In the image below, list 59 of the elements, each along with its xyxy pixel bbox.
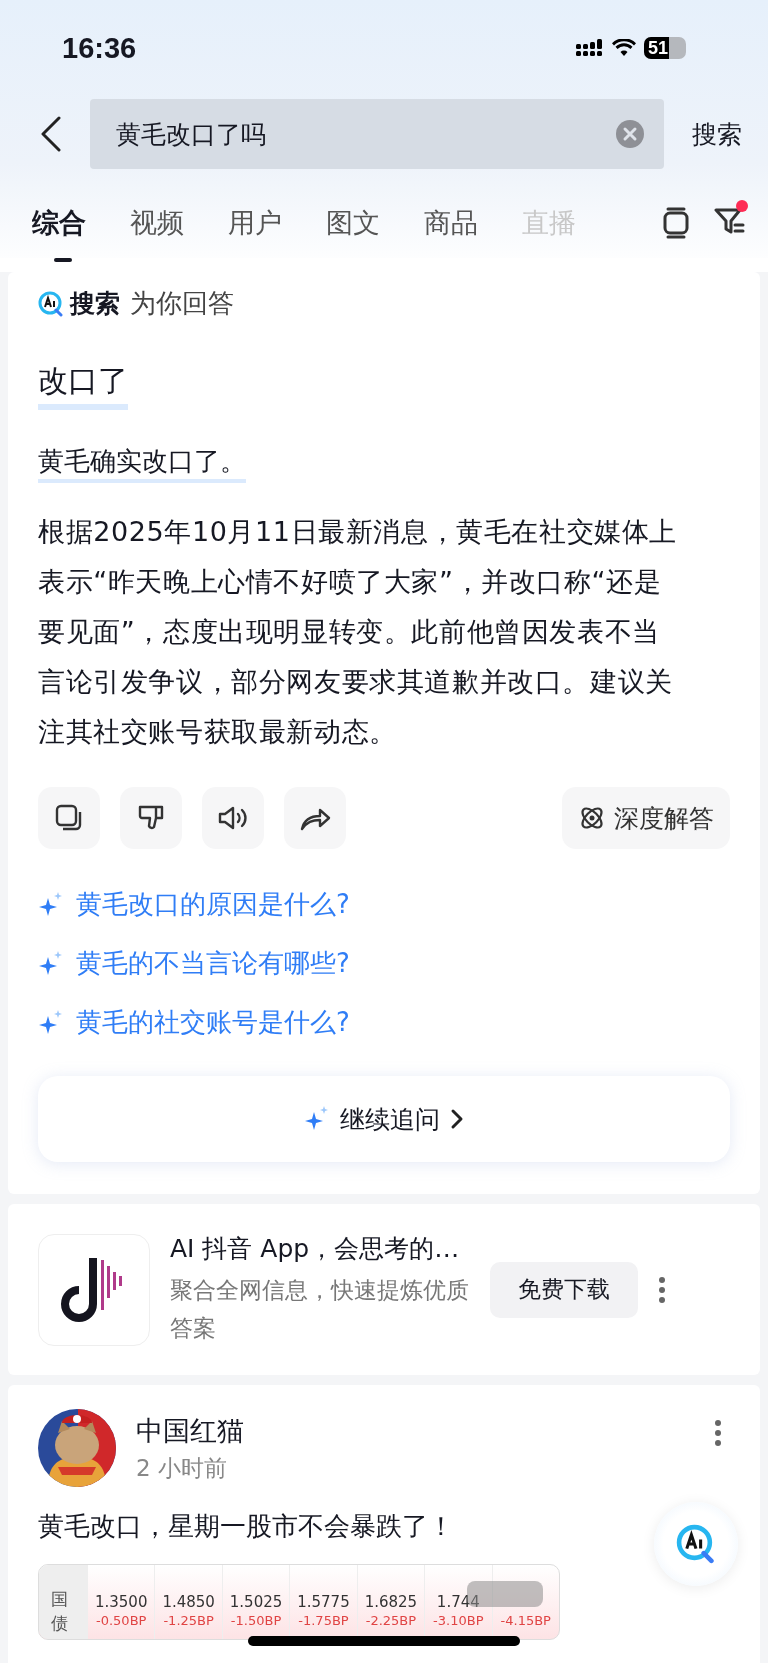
tab[interactable]: 综合 xyxy=(32,205,86,241)
back-icon[interactable] xyxy=(40,116,62,152)
yield-value: 1.3500 xyxy=(94,1593,148,1613)
yield-value: 1.5775 xyxy=(297,1593,350,1613)
ai-logo-icon xyxy=(38,290,64,317)
download-button[interactable]: 免费下载 xyxy=(490,1261,638,1318)
yield-change: -1.75BP xyxy=(297,1613,350,1628)
tab-indicator xyxy=(54,258,72,262)
yield-value: 1.4850 xyxy=(162,1593,215,1613)
yield-change: -2.25BP xyxy=(364,1613,418,1628)
filter-icon[interactable] xyxy=(714,206,746,236)
suggested-question[interactable]: 黄毛的不当言论有哪些? xyxy=(38,946,730,981)
tab[interactable]: 视频 xyxy=(130,205,184,241)
more-icon[interactable] xyxy=(714,1419,722,1447)
author-name[interactable]: 中国红猫 xyxy=(136,1412,694,1449)
copy-icon xyxy=(55,804,83,832)
search-button[interactable]: 搜索 xyxy=(692,117,742,151)
yield-value: 1.744 xyxy=(436,1593,480,1613)
ai-subtitle: 为你回答 xyxy=(130,287,234,320)
signal-icon xyxy=(576,39,604,57)
layout-icon[interactable] xyxy=(662,207,690,239)
yield-change: -1.25BP xyxy=(162,1613,215,1628)
chevron-right-icon xyxy=(450,1108,464,1130)
battery-icon: 51 xyxy=(644,37,686,59)
tab[interactable]: 商品 xyxy=(424,205,478,241)
suggested-question[interactable]: 黄毛改口的原因是什么? xyxy=(38,887,730,922)
app-icon xyxy=(38,1233,150,1346)
yield-change: -4.15BP xyxy=(499,1613,552,1628)
yield-change: -1.50BP xyxy=(229,1613,283,1628)
answer-heading: 改口了 xyxy=(38,361,128,410)
yield-value: 1.6825 xyxy=(364,1593,418,1613)
suggested-question[interactable]: 黄毛的社交账号是什么? xyxy=(38,1005,730,1040)
ai-brand: 搜索 xyxy=(70,288,120,320)
row-label: 国债 xyxy=(39,1565,87,1639)
continue-asking-button[interactable]: 继续追问 xyxy=(38,1076,730,1162)
thumbs-down-icon xyxy=(137,804,165,832)
share-button[interactable] xyxy=(284,787,346,849)
ad-title: AI 抖音 App，会思考的… xyxy=(170,1233,461,1265)
atom-icon xyxy=(578,804,606,832)
wifi-icon xyxy=(612,39,636,57)
tab[interactable]: 图文 xyxy=(326,205,380,241)
read-aloud-button[interactable] xyxy=(202,787,264,849)
dislike-button[interactable] xyxy=(120,787,182,849)
speaker-icon xyxy=(217,804,249,832)
status-time: 16:36 xyxy=(62,31,137,65)
deep-answer-button[interactable]: 深度解答 xyxy=(562,787,730,849)
tab[interactable]: 用户 xyxy=(228,205,282,241)
yield-change: -3.10BP xyxy=(432,1613,485,1628)
yield-change: -0.50BP xyxy=(95,1613,148,1628)
ad-description: 聚合全网信息，快速提炼优质答案 xyxy=(170,1276,470,1343)
yield-value: 1.5025 xyxy=(229,1593,283,1613)
post-text: 黄毛改口，星期一股市不会暴跌了！ xyxy=(38,1510,455,1543)
answer-text: 根据2025年10月11日最新消息，黄毛在社交媒体上表示“昨天晚上心情不好喷了大家”，并改口称“还是要见面”，态度出现明显转变。此前他曾因发表不当言论引发争议，部分网友要求其道歉并改口。建议关注其社交账号获取最新动态。 xyxy=(38,515,678,749)
answer-summary: 黄毛确实改口了。 xyxy=(38,444,246,483)
more-icon[interactable] xyxy=(658,1275,666,1304)
copy-button[interactable] xyxy=(38,787,100,849)
ai-logo-icon xyxy=(676,1524,716,1564)
search-field[interactable]: 黄毛改口了吗 xyxy=(90,99,664,169)
post-time: 2 小时前 xyxy=(136,1453,228,1483)
